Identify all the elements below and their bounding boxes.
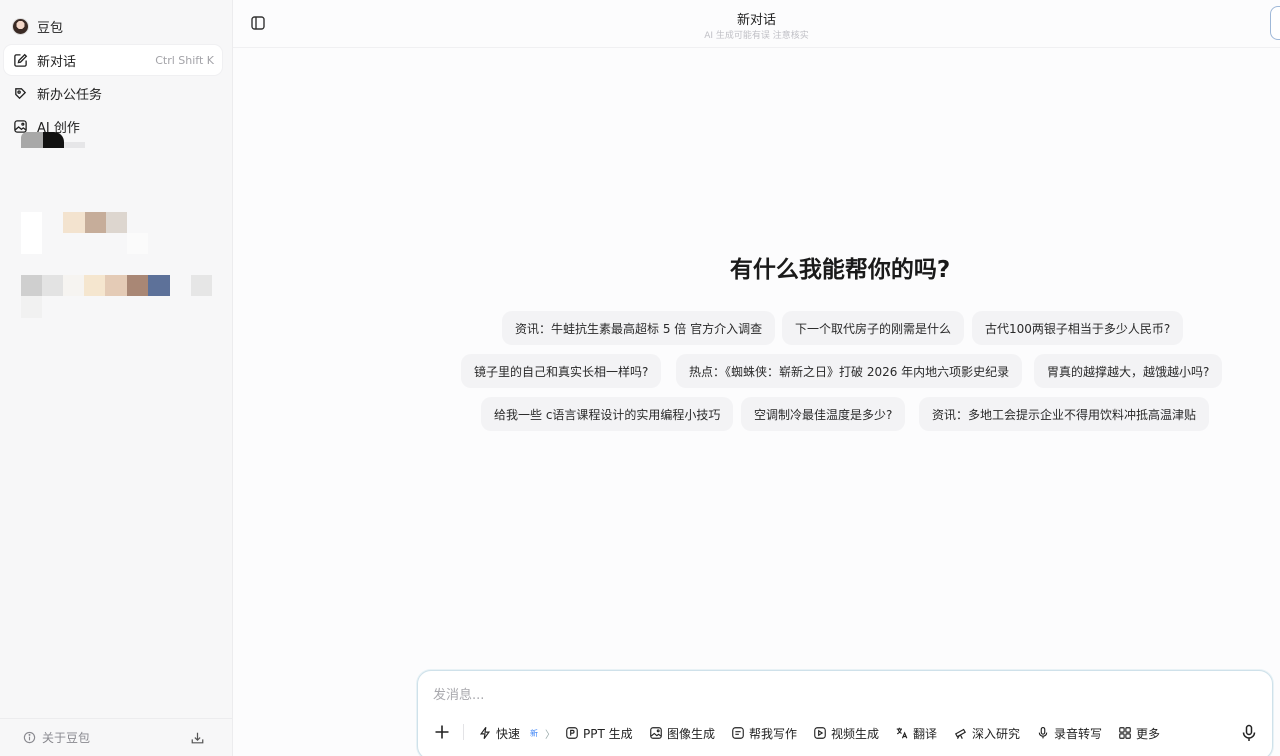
writing-label: 帮我写作 [749,726,798,741]
video-label: 视频生成 [831,726,880,741]
ppt-generate-button[interactable]: PPT 生成 [565,723,633,743]
app-logo-icon [12,17,29,35]
image-label: 图像生成 [667,726,716,741]
transcribe-button[interactable]: 录音转写 [1036,723,1102,743]
download-icon[interactable] [190,731,205,745]
grid-icon [1119,727,1131,739]
chevron-right-icon: 〉 [545,729,556,741]
video-icon [814,727,826,739]
sidebar-item-label: 新对话 [37,54,77,70]
fast-mode-button[interactable]: 快速 新 〉 [478,723,555,743]
transcribe-label: 录音转写 [1054,726,1103,741]
sidebar-footer: 关于豆包 [0,718,233,756]
header-action-button[interactable] [1270,6,1280,40]
suggestion-chip[interactable]: 资讯：牛蛙抗生素最高超标 5 倍 官方介入调查 [502,311,776,345]
sidebar-item-label: 新办公任务 [37,87,103,103]
suggestion-chip[interactable]: 镜子里的自己和真实长相一样吗? [461,354,662,388]
page-title: 新对话 [736,13,776,28]
sidebar-item-new-chat[interactable]: 新对话 Ctrl Shift K [4,45,222,75]
redacted-history [0,128,233,328]
plus-icon[interactable] [432,722,452,742]
info-icon [23,731,36,744]
shortcut-hint: Ctrl Shift K [155,53,214,67]
deep-research-button[interactable]: 深入研究 [954,723,1020,743]
lightning-icon [479,726,491,740]
video-generate-button[interactable]: 视频生成 [813,723,879,743]
translate-label: 翻译 [913,726,938,741]
suggestion-chip[interactable]: 下一个取代房子的刚需是什么 [782,311,965,345]
image-generate-button[interactable]: 图像生成 [649,723,715,743]
writing-button[interactable]: 帮我写作 [731,723,797,743]
image-icon [650,727,662,739]
ppt-label: PPT 生成 [583,726,633,741]
fast-label: 快速 [496,726,521,741]
new-badge: 新 [530,728,539,738]
brand[interactable]: 豆包 [12,16,63,36]
sidebar-item-office-task[interactable]: 新办公任务 [4,78,222,108]
divider [463,724,464,740]
about-label: 关于豆包 [42,731,91,745]
task-icon [15,87,27,99]
suggestion-chip[interactable]: 资讯：多地工会提示企业不得用饮料冲抵高温津贴 [919,397,1210,431]
suggestion-chip[interactable]: 胃真的越撑越大，越饿越小吗? [1034,354,1223,388]
app-name: 豆包 [37,20,64,36]
sidebar: 豆包 新对话 Ctrl Shift K 新办公任务 AI 创作 关于豆包 [0,0,233,756]
research-label: 深入研究 [972,726,1021,741]
telescope-icon [954,728,966,739]
more-label: 更多 [1136,726,1161,741]
message-input[interactable] [433,684,1213,706]
microphone-icon [1038,727,1048,739]
more-button[interactable]: 更多 [1118,723,1160,743]
ppt-icon [566,727,578,739]
chat-header: 新对话 AI 生成可能有误 注意核实 [233,0,1280,48]
document-icon [732,727,744,739]
sidebar-toggle-icon[interactable] [250,15,266,31]
translate-icon [896,727,908,739]
about-link[interactable]: 关于豆包 [23,729,90,746]
suggestion-chip[interactable]: 热点：《蜘蛛侠：崭新之日》打破 2026 年内地六项影史纪录 [676,354,1023,388]
disclaimer: AI 生成可能有误 注意核实 [704,31,809,41]
message-composer: 快速 新 〉 PPT 生成 图像生成 帮我写作 视频生成 翻译 深入研究 录音转… [417,670,1273,756]
translate-button[interactable]: 翻译 [895,723,937,743]
suggestion-chip[interactable]: 古代100两银子相当于多少人民币? [972,311,1184,345]
edit-icon [14,53,28,67]
voice-input-icon[interactable] [1238,722,1260,744]
welcome-heading: 有什么我能帮你的吗? [729,257,951,283]
suggestion-chip[interactable]: 空调制冷最佳温度是多少? [741,397,906,431]
suggestion-chip[interactable]: 给我一些 c语言课程设计的实用编程小技巧 [481,397,734,431]
